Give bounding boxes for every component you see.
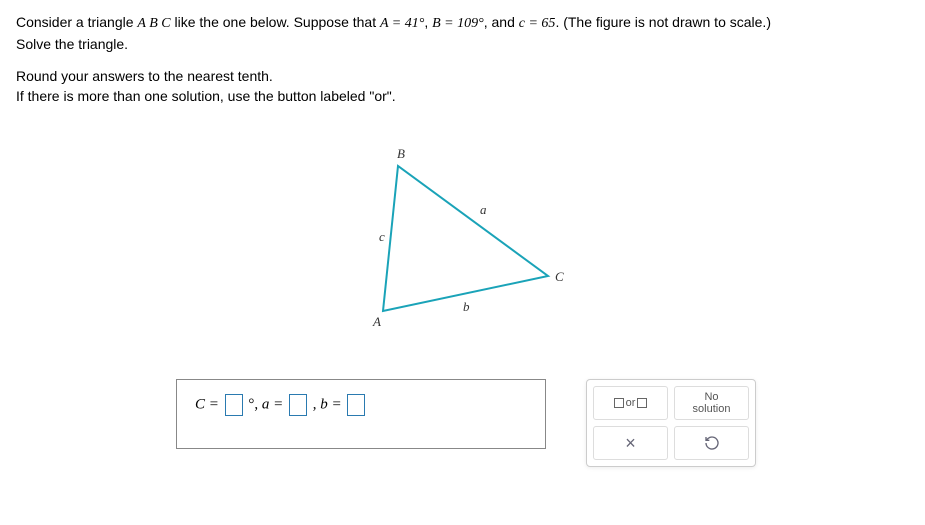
solve-text: Solve the triangle. xyxy=(16,36,128,52)
triangle-figure: A B C a b c xyxy=(16,136,909,339)
instruction-line: Round your answers to the nearest tenth. xyxy=(16,68,273,84)
no-solution-button[interactable]: No solution xyxy=(674,386,749,420)
given-c: c = 65 xyxy=(519,16,556,31)
unit-deg: °, xyxy=(248,397,262,413)
input-b[interactable] xyxy=(347,394,365,416)
answer-input-box: C = °, a = , b = xyxy=(176,379,546,449)
text: , xyxy=(424,14,432,30)
or-label: or xyxy=(626,397,636,409)
answer-row: C = °, a = , b = or No solution × xyxy=(16,379,909,467)
label-C: C = xyxy=(195,397,223,413)
vertex-A-label: A xyxy=(372,314,381,329)
x-icon: × xyxy=(625,433,636,454)
instructions: Round your answers to the nearest tenth.… xyxy=(16,67,909,106)
instruction-line: If there is more than one solution, use … xyxy=(16,88,396,104)
reset-icon xyxy=(704,435,720,451)
text: . (The figure is not drawn to scale.) xyxy=(555,14,771,30)
label-b: b = xyxy=(320,397,345,413)
triangle-shape xyxy=(383,166,548,311)
placeholder-icon xyxy=(614,398,624,408)
problem-statement: Consider a triangle A B C like the one b… xyxy=(16,12,909,55)
given-A: A = 41° xyxy=(380,16,424,31)
given-B: B = 109° xyxy=(432,16,484,31)
placeholder-icon xyxy=(637,398,647,408)
input-C[interactable] xyxy=(225,394,243,416)
reset-button[interactable] xyxy=(674,426,749,460)
text: , and xyxy=(484,14,519,30)
triangle-svg: A B C a b c xyxy=(343,136,583,336)
text: like the one below. Suppose that xyxy=(171,14,380,30)
side-b-label: b xyxy=(463,299,470,314)
clear-button[interactable]: × xyxy=(593,426,668,460)
toolbox: or No solution × xyxy=(586,379,756,467)
text: Consider a triangle xyxy=(16,14,137,30)
triangle-name: A B C xyxy=(137,16,170,31)
or-button[interactable]: or xyxy=(593,386,668,420)
side-c-label: c xyxy=(379,229,385,244)
vertex-B-label: B xyxy=(397,146,405,161)
vertex-C-label: C xyxy=(555,269,564,284)
input-a[interactable] xyxy=(289,394,307,416)
side-a-label: a xyxy=(480,202,487,217)
label-a: a = xyxy=(262,397,287,413)
